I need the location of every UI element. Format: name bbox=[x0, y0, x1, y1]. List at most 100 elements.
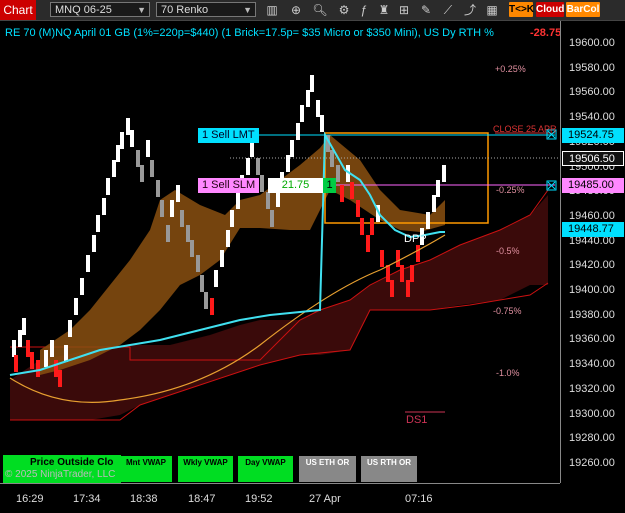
renko-brick bbox=[406, 280, 410, 297]
price-axis[interactable]: 19600.0019580.0019560.0019540.0019520.00… bbox=[560, 21, 625, 483]
us-eth-or-button[interactable]: US ETH OR bbox=[299, 456, 356, 482]
price-axis-label: 19600.00 bbox=[569, 37, 615, 49]
tk-button[interactable]: T<>K bbox=[509, 2, 534, 17]
bartype-selector[interactable]: 70 Renko ▼ bbox=[156, 2, 256, 17]
price-axis-label: 19400.00 bbox=[569, 284, 615, 296]
renko-brick bbox=[156, 180, 160, 197]
renko-brick bbox=[310, 75, 314, 92]
lock-icon[interactable]: ⊞ bbox=[396, 2, 412, 18]
share-icon[interactable]: ⤴ bbox=[462, 2, 478, 18]
renko-brick bbox=[26, 340, 30, 357]
time-label: 16:29 bbox=[16, 493, 44, 505]
renko-brick bbox=[196, 255, 200, 272]
toolbar: Chart MNQ 06-25 ▼ 70 Renko ▼ ▥ ⊕ 🔍︎ ⚙ ƒ … bbox=[0, 0, 625, 21]
renko-brick bbox=[366, 235, 370, 252]
renko-brick bbox=[160, 200, 164, 217]
renko-brick bbox=[12, 340, 16, 357]
chevron-down-icon: ▼ bbox=[243, 5, 252, 15]
pencil-icon[interactable]: ✎ bbox=[418, 2, 434, 18]
renko-brick bbox=[220, 250, 224, 267]
price-axis-label: 19560.00 bbox=[569, 86, 615, 99]
layout-icon[interactable]: ▦ bbox=[484, 2, 500, 18]
renko-brick bbox=[14, 355, 18, 372]
indicator-icon[interactable]: ƒ bbox=[356, 2, 372, 18]
renko-brick bbox=[30, 352, 34, 369]
renko-brick bbox=[44, 350, 48, 367]
time-axis[interactable]: 16:29 17:34 18:38 18:47 19:52 27 Apr 07:… bbox=[0, 483, 560, 513]
zoom-icon[interactable]: 🔍︎ bbox=[312, 2, 328, 18]
day-vwap-button[interactable]: Day VWAP bbox=[238, 456, 293, 482]
renko-brick bbox=[190, 240, 194, 257]
renko-brick bbox=[370, 218, 374, 235]
us-rth-or-button[interactable]: US RTH OR bbox=[361, 456, 417, 482]
mnt-vwap-button[interactable]: Mnt VWAP bbox=[120, 456, 172, 482]
dpp-label: DPP bbox=[404, 233, 427, 245]
renko-brick bbox=[136, 150, 140, 167]
watermark-line2: © 2025 NinjaTrader, LLC bbox=[5, 469, 116, 480]
renko-brick bbox=[386, 265, 390, 282]
renko-brick bbox=[432, 195, 436, 212]
renko-brick bbox=[176, 185, 180, 202]
renko-brick bbox=[286, 155, 290, 172]
renko-brick bbox=[436, 180, 440, 197]
crosshair-icon[interactable]: ⊕ bbox=[288, 2, 304, 18]
renko-brick bbox=[102, 198, 106, 215]
renko-brick bbox=[200, 275, 204, 292]
sell-lmt-price-tag: 19524.75 bbox=[562, 128, 624, 143]
renko-brick bbox=[350, 182, 354, 199]
renko-brick bbox=[390, 280, 394, 297]
chart-title: RE 70 (M)NQ April 01 GB (1%=220p=$440) (… bbox=[5, 27, 494, 39]
time-label: 17:34 bbox=[73, 493, 101, 505]
renko-brick bbox=[320, 115, 324, 132]
renko-brick bbox=[120, 132, 124, 149]
renko-brick bbox=[360, 218, 364, 235]
chart-area[interactable]: RE 70 (M)NQ April 01 GB (1%=220p=$440) (… bbox=[0, 21, 561, 483]
pct-level: -0.75% bbox=[493, 306, 522, 316]
price-axis-label: 19360.00 bbox=[569, 333, 615, 346]
sell-slm-pnl: 21.75 bbox=[268, 178, 323, 193]
renko-brick bbox=[256, 158, 260, 175]
price-axis-label: 19320.00 bbox=[569, 382, 615, 395]
chart-menu-button[interactable]: Chart bbox=[0, 0, 36, 20]
price-axis-label: 19460.00 bbox=[569, 209, 615, 222]
sell-slm-order[interactable]: 1 Sell SLM bbox=[198, 178, 260, 193]
properties-icon[interactable]: ⚙ bbox=[336, 2, 352, 18]
drawing-tools-icon[interactable]: ⟋ bbox=[440, 2, 456, 18]
price-axis-label: 19580.00 bbox=[569, 61, 615, 74]
cloud-button[interactable]: Cloud bbox=[536, 2, 564, 17]
renko-brick bbox=[290, 140, 294, 157]
renko-brick bbox=[396, 250, 400, 267]
renko-brick bbox=[214, 270, 218, 287]
bartype-value: 70 Renko bbox=[161, 4, 209, 16]
barcol-button[interactable]: BarCol bbox=[566, 2, 600, 17]
renko-brick bbox=[316, 100, 320, 117]
sell-slm-price-tag: 19485.00 bbox=[562, 178, 624, 193]
renko-brick bbox=[442, 165, 446, 182]
strategy-icon[interactable]: ♜ bbox=[376, 2, 392, 18]
renko-brick bbox=[230, 210, 234, 227]
renko-brick bbox=[54, 360, 58, 377]
price-axis-label: 19260.00 bbox=[569, 456, 615, 469]
renko-brick bbox=[330, 150, 334, 167]
renko-brick bbox=[210, 298, 214, 315]
renko-brick bbox=[96, 215, 100, 232]
close-label: CLOSE 25 APR bbox=[493, 124, 557, 134]
price-axis-label: 19300.00 bbox=[569, 407, 615, 420]
pct-level: -0.5% bbox=[496, 246, 520, 256]
renko-brick bbox=[260, 175, 264, 192]
pct-level: -0.25% bbox=[496, 185, 525, 195]
instrument-selector[interactable]: MNQ 06-25 ▼ bbox=[50, 2, 150, 17]
renko-brick bbox=[36, 360, 40, 377]
renko-brick bbox=[140, 165, 144, 182]
vwap-price-tag: 19448.77 bbox=[562, 222, 624, 237]
renko-brick bbox=[180, 210, 184, 227]
sell-lmt-order[interactable]: 1 Sell LMT bbox=[198, 128, 259, 143]
pct-level: -1.0% bbox=[496, 368, 520, 378]
sell-slm-qty[interactable]: 1 bbox=[323, 178, 336, 193]
wkly-vwap-button[interactable]: Wkly VWAP bbox=[178, 456, 233, 482]
renko-brick bbox=[300, 105, 304, 122]
price-axis-label: 19280.00 bbox=[569, 432, 615, 445]
bars-icon[interactable]: ▥ bbox=[264, 2, 280, 18]
renko-brick bbox=[68, 320, 72, 337]
renko-brick bbox=[336, 165, 340, 182]
